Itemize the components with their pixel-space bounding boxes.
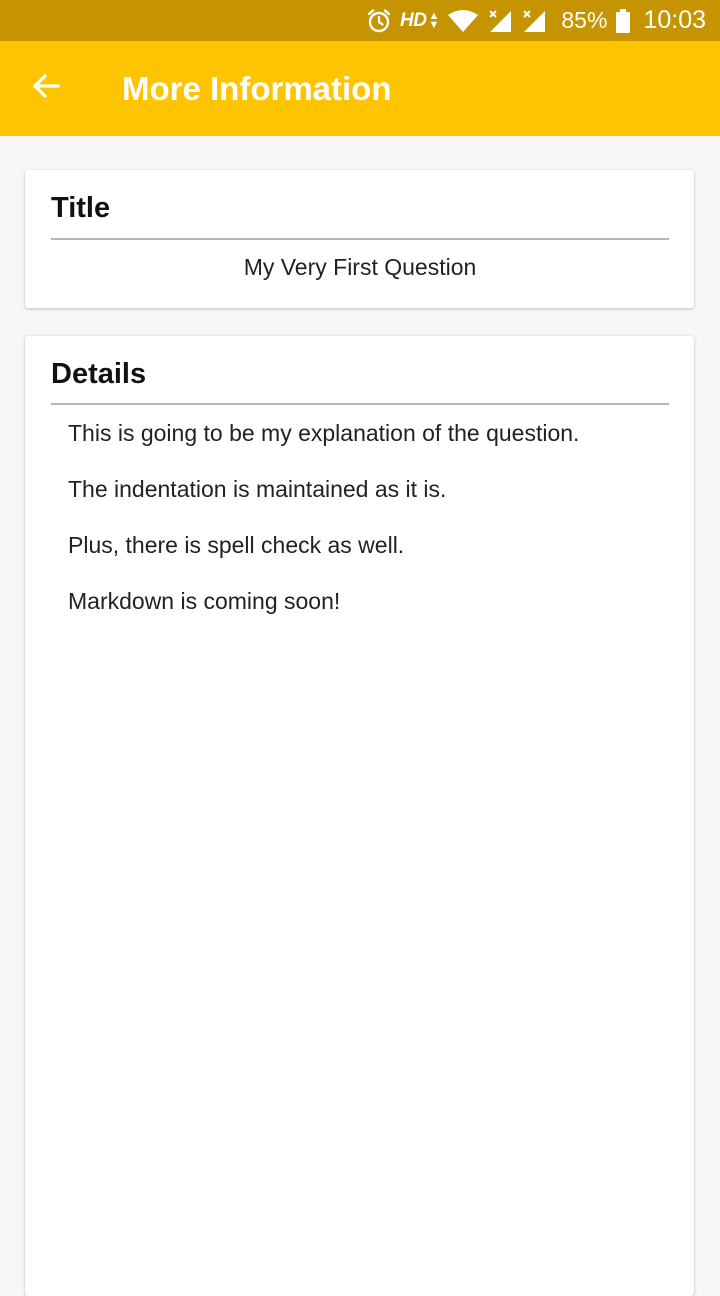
details-line: The indentation is maintained as it is. [68,476,447,502]
title-card: Title My Very First Question [25,170,694,308]
divider [51,403,669,405]
arrow-back-icon [31,71,61,106]
details-card: Details This is going to be my explanati… [25,336,694,1296]
battery-percent: 85% [561,7,608,33]
details-line: Markdown is coming soon! [68,588,341,614]
details-text: This is going to be my explanation of th… [68,420,668,644]
cell-signal-icon [521,8,547,34]
battery-icon [615,8,631,34]
hd-indicator: HD [400,9,427,31]
data-activity-icon: ▲ ▼ [428,9,440,31]
page-title: More Information [122,69,392,107]
wifi-icon [447,9,479,33]
app-bar: More Information [0,41,720,136]
details-line: Plus, there is spell check as well. [68,532,405,558]
divider [51,238,669,240]
status-bar: HD ▲ ▼ 85% 10:03 [0,0,720,41]
cell-signal-icon [487,8,513,34]
question-title: My Very First Question [243,254,477,280]
title-heading: Title [51,192,111,224]
alarm-clock-icon [366,8,392,34]
details-line: This is going to be my explanation of th… [68,420,580,446]
back-button[interactable] [16,59,76,119]
details-heading: Details [51,358,147,390]
clock: 10:03 [643,6,706,34]
